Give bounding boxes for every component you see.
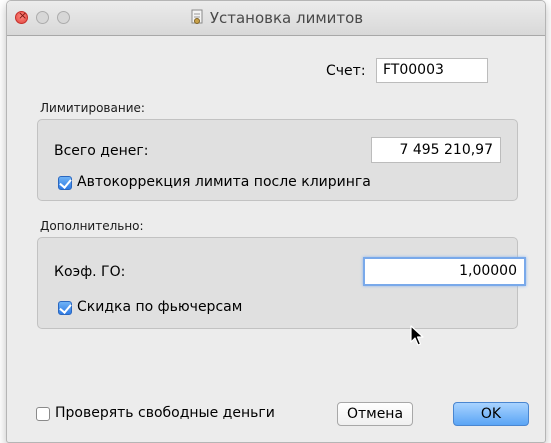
go-coef-label: Коэф. ГО: bbox=[54, 264, 126, 280]
mouse-pointer-icon bbox=[410, 325, 424, 346]
extra-section-title: Дополнительно: bbox=[40, 219, 144, 233]
limits-group: Всего денег: 7 495 210,97 Автокоррекция … bbox=[37, 119, 518, 201]
limits-section-title: Лимитирование: bbox=[40, 101, 145, 115]
document-scale-icon bbox=[191, 9, 203, 24]
autocorrection-label[interactable]: Автокоррекция лимита после клиринга bbox=[77, 174, 371, 190]
title-bar: Установка лимитов bbox=[7, 1, 545, 36]
cancel-button[interactable]: Отмена bbox=[337, 402, 413, 426]
check-free-money-checkbox[interactable] bbox=[36, 407, 50, 421]
total-money-field[interactable]: 7 495 210,97 bbox=[371, 137, 501, 163]
limits-dialog: Установка лимитов Счет: FT00003 Лимитиро… bbox=[6, 0, 546, 443]
autocorrection-checkbox[interactable] bbox=[58, 176, 72, 190]
futures-discount-label[interactable]: Скидка по фьючерсам bbox=[77, 299, 242, 315]
window-title-text: Установка лимитов bbox=[209, 9, 364, 27]
account-field[interactable]: FT00003 bbox=[376, 58, 488, 83]
account-label: Счет: bbox=[326, 63, 366, 79]
check-free-money-label[interactable]: Проверять свободные деньги bbox=[55, 405, 275, 421]
window-title: Установка лимитов bbox=[7, 1, 545, 35]
ok-button[interactable]: OK bbox=[453, 402, 529, 426]
futures-discount-checkbox[interactable] bbox=[58, 301, 72, 315]
extra-group: Коэф. ГО: 1,00000 Скидка по фьючерсам bbox=[37, 237, 526, 329]
go-coef-field[interactable]: 1,00000 bbox=[363, 257, 526, 286]
total-money-label: Всего денег: bbox=[54, 143, 149, 159]
